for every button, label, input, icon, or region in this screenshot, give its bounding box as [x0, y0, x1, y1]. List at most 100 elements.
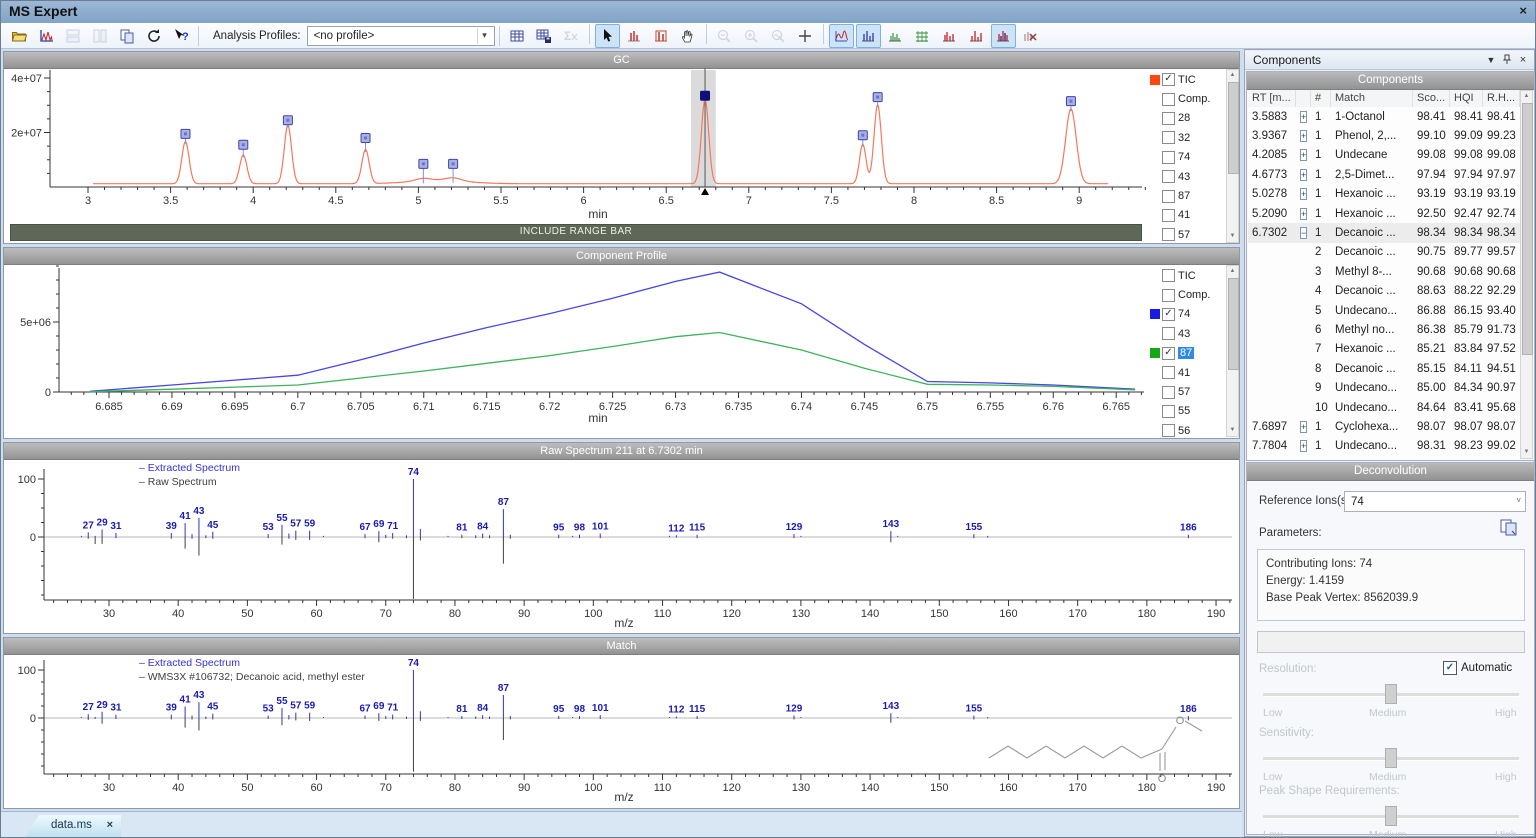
copy-parameters-icon[interactable] — [1499, 519, 1519, 542]
gc-legend-item-74[interactable]: 74 — [1150, 148, 1224, 167]
series-checkbox[interactable] — [1162, 170, 1175, 183]
component-row[interactable]: 6Methyl no...86.3885.7991.73 — [1248, 320, 1522, 339]
component-row[interactable]: 7.7804+1Undecano...98.3198.2399.02 — [1248, 437, 1522, 456]
scroll-down-icon[interactable]: ▼ — [1227, 231, 1238, 242]
column-header-hqi[interactable]: HQI — [1450, 90, 1483, 107]
chevron-down-icon[interactable]: ˅ — [1516, 496, 1521, 505]
pointer-select-button[interactable] — [595, 24, 620, 48]
series-checkbox[interactable] — [1162, 289, 1175, 302]
close-icon[interactable]: × — [1516, 54, 1530, 67]
gc-legend-item-32[interactable]: 32 — [1150, 128, 1224, 147]
expand-cell[interactable]: + — [1296, 111, 1311, 123]
profile-legend-item-43[interactable]: 43 — [1150, 324, 1224, 343]
pan-hand-button[interactable] — [676, 24, 701, 48]
series-checkbox[interactable] — [1162, 366, 1175, 379]
table-view-button[interactable] — [505, 24, 530, 48]
series-checkbox[interactable] — [1162, 405, 1175, 418]
expand-icon[interactable]: + — [1300, 111, 1307, 123]
tic-view-toggle[interactable] — [829, 24, 854, 48]
series-checkbox[interactable] — [1162, 151, 1175, 164]
expand-icon[interactable]: + — [1300, 421, 1307, 433]
raw-spectrum-chart[interactable]: 3040506070809010011012013014015016017018… — [4, 459, 1239, 633]
component-row[interactable]: 2Decanoic ...90.7589.7799.57 — [1248, 243, 1522, 262]
clear-overlays-button[interactable] — [1018, 24, 1043, 48]
column-header-match[interactable]: Match — [1331, 90, 1413, 107]
profile-legend-item-57[interactable]: 57 — [1150, 382, 1224, 401]
expand-icon[interactable]: + — [1300, 130, 1307, 142]
tab-close-icon[interactable]: × — [107, 819, 113, 831]
component-row[interactable]: 8.0421+1Dodecano...98.3798.3798.37 — [1248, 456, 1522, 459]
collapse-icon[interactable]: − — [1300, 227, 1307, 239]
analysis-profile-select[interactable]: <no profile> ▾ — [307, 26, 495, 46]
profile-legend-item-41[interactable]: 41 — [1150, 363, 1224, 382]
components-table-header[interactable]: RT [m...#MatchSco...HQIR.H... — [1248, 90, 1522, 108]
slider-thumb[interactable] — [1385, 748, 1397, 768]
column-header-r-h-[interactable]: R.H... — [1483, 90, 1520, 107]
series-checkbox[interactable]: ✓ — [1162, 73, 1175, 86]
profile-legend-scrollbar[interactable]: ▲ ▼ — [1226, 265, 1239, 437]
overlay-spectrum-toggle[interactable] — [991, 24, 1016, 48]
component-row[interactable]: 3Methyl 8-...90.6890.6890.68 — [1248, 262, 1522, 281]
component-row[interactable]: 4.2085+1Undecane99.0899.0899.08 — [1248, 146, 1522, 165]
scroll-up-icon[interactable]: ▲ — [1227, 266, 1238, 277]
scrollbar-thumb[interactable] — [1228, 82, 1239, 174]
expand-cell[interactable]: + — [1296, 149, 1311, 161]
table-export-button[interactable] — [532, 24, 557, 48]
component-row[interactable]: 4Decanoic ...88.6388.2292.29 — [1248, 282, 1522, 301]
gc-legend-item-87[interactable]: 87 — [1150, 186, 1224, 205]
expand-icon[interactable]: + — [1300, 440, 1307, 452]
scroll-down-icon[interactable]: ▼ — [1227, 425, 1238, 436]
series-checkbox[interactable] — [1162, 112, 1175, 125]
series-checkbox[interactable] — [1162, 93, 1175, 106]
series-checkbox[interactable]: ✓ — [1162, 308, 1175, 321]
series-checkbox[interactable] — [1162, 209, 1175, 222]
expand-cell[interactable]: + — [1296, 130, 1311, 142]
component-row[interactable]: 3.9367+1Phenol, 2,...99.1099.0999.23 — [1248, 126, 1522, 145]
profile-legend-item-tic[interactable]: TIC — [1150, 266, 1224, 285]
gc-legend-item-28[interactable]: 28 — [1150, 109, 1224, 128]
expand-icon[interactable]: + — [1300, 149, 1307, 161]
crosshair-button[interactable] — [793, 24, 818, 48]
gc-legend-item-57[interactable]: 57 — [1150, 225, 1224, 244]
profile-view-toggle[interactable] — [856, 24, 881, 48]
column-header-sco-[interactable]: Sco... — [1413, 90, 1450, 107]
scrollbar-thumb[interactable] — [1522, 103, 1533, 355]
series-checkbox[interactable] — [1162, 327, 1175, 340]
series-checkbox[interactable] — [1162, 131, 1175, 144]
automatic-checkbox[interactable]: ✓ Automatic — [1443, 661, 1512, 675]
component-row[interactable]: 3.5883+11-Octanol98.4198.4198.41 — [1248, 107, 1522, 126]
expand-icon[interactable]: + — [1300, 188, 1307, 200]
component-row[interactable]: 6.7302−1Decanoic ...98.3498.3498.34 — [1248, 223, 1522, 242]
components-table-scrollbar[interactable]: ▲ ▼ — [1520, 90, 1533, 459]
series-checkbox[interactable] — [1162, 424, 1175, 437]
slider-thumb[interactable] — [1385, 684, 1397, 704]
profile-legend-item-comp-[interactable]: Comp. — [1150, 285, 1224, 304]
gc-legend-item-43[interactable]: 43 — [1150, 167, 1224, 186]
report-view-button[interactable] — [33, 24, 58, 48]
chevron-down-icon[interactable]: ▾ — [477, 28, 492, 44]
series-checkbox[interactable]: ✓ — [1162, 347, 1175, 360]
profile-legend-item-87[interactable]: ✓87 — [1150, 344, 1224, 363]
gc-chromatogram-chart[interactable]: 33.544.555.566.577.588.592e+074e+07min — [4, 68, 1147, 224]
peak-integration-button[interactable] — [622, 24, 647, 48]
selected-peak-marker[interactable] — [701, 91, 710, 100]
series-checkbox[interactable] — [1162, 228, 1175, 241]
manual-integration-button[interactable] — [649, 24, 674, 48]
scrollbar-thumb[interactable] — [1228, 278, 1239, 370]
expand-cell[interactable]: + — [1296, 208, 1311, 220]
gc-legend-item-comp-[interactable]: Comp. — [1150, 89, 1224, 108]
copy-button[interactable] — [114, 24, 139, 48]
gc-legend-scrollbar[interactable]: ▲ ▼ — [1226, 69, 1239, 243]
component-row[interactable]: 9Undecano...85.0084.3490.97 — [1248, 378, 1522, 397]
stacked-view-toggle[interactable] — [883, 24, 908, 48]
profile-legend-item-56[interactable]: 56 — [1150, 421, 1224, 440]
match-spectrum-toggle[interactable] — [964, 24, 989, 48]
expand-cell[interactable]: + — [1296, 440, 1311, 452]
expand-cell[interactable]: + — [1296, 169, 1311, 181]
scroll-up-icon[interactable]: ▲ — [1521, 91, 1532, 102]
refresh-button[interactable] — [141, 24, 166, 48]
match-spectrum-chart[interactable]: 3040506070809010011012013014015016017018… — [4, 654, 1239, 808]
scroll-down-icon[interactable]: ▼ — [1521, 447, 1532, 458]
component-row[interactable]: 8Decanoic ...85.1584.1194.51 — [1248, 359, 1522, 378]
expand-icon[interactable]: + — [1300, 169, 1307, 181]
